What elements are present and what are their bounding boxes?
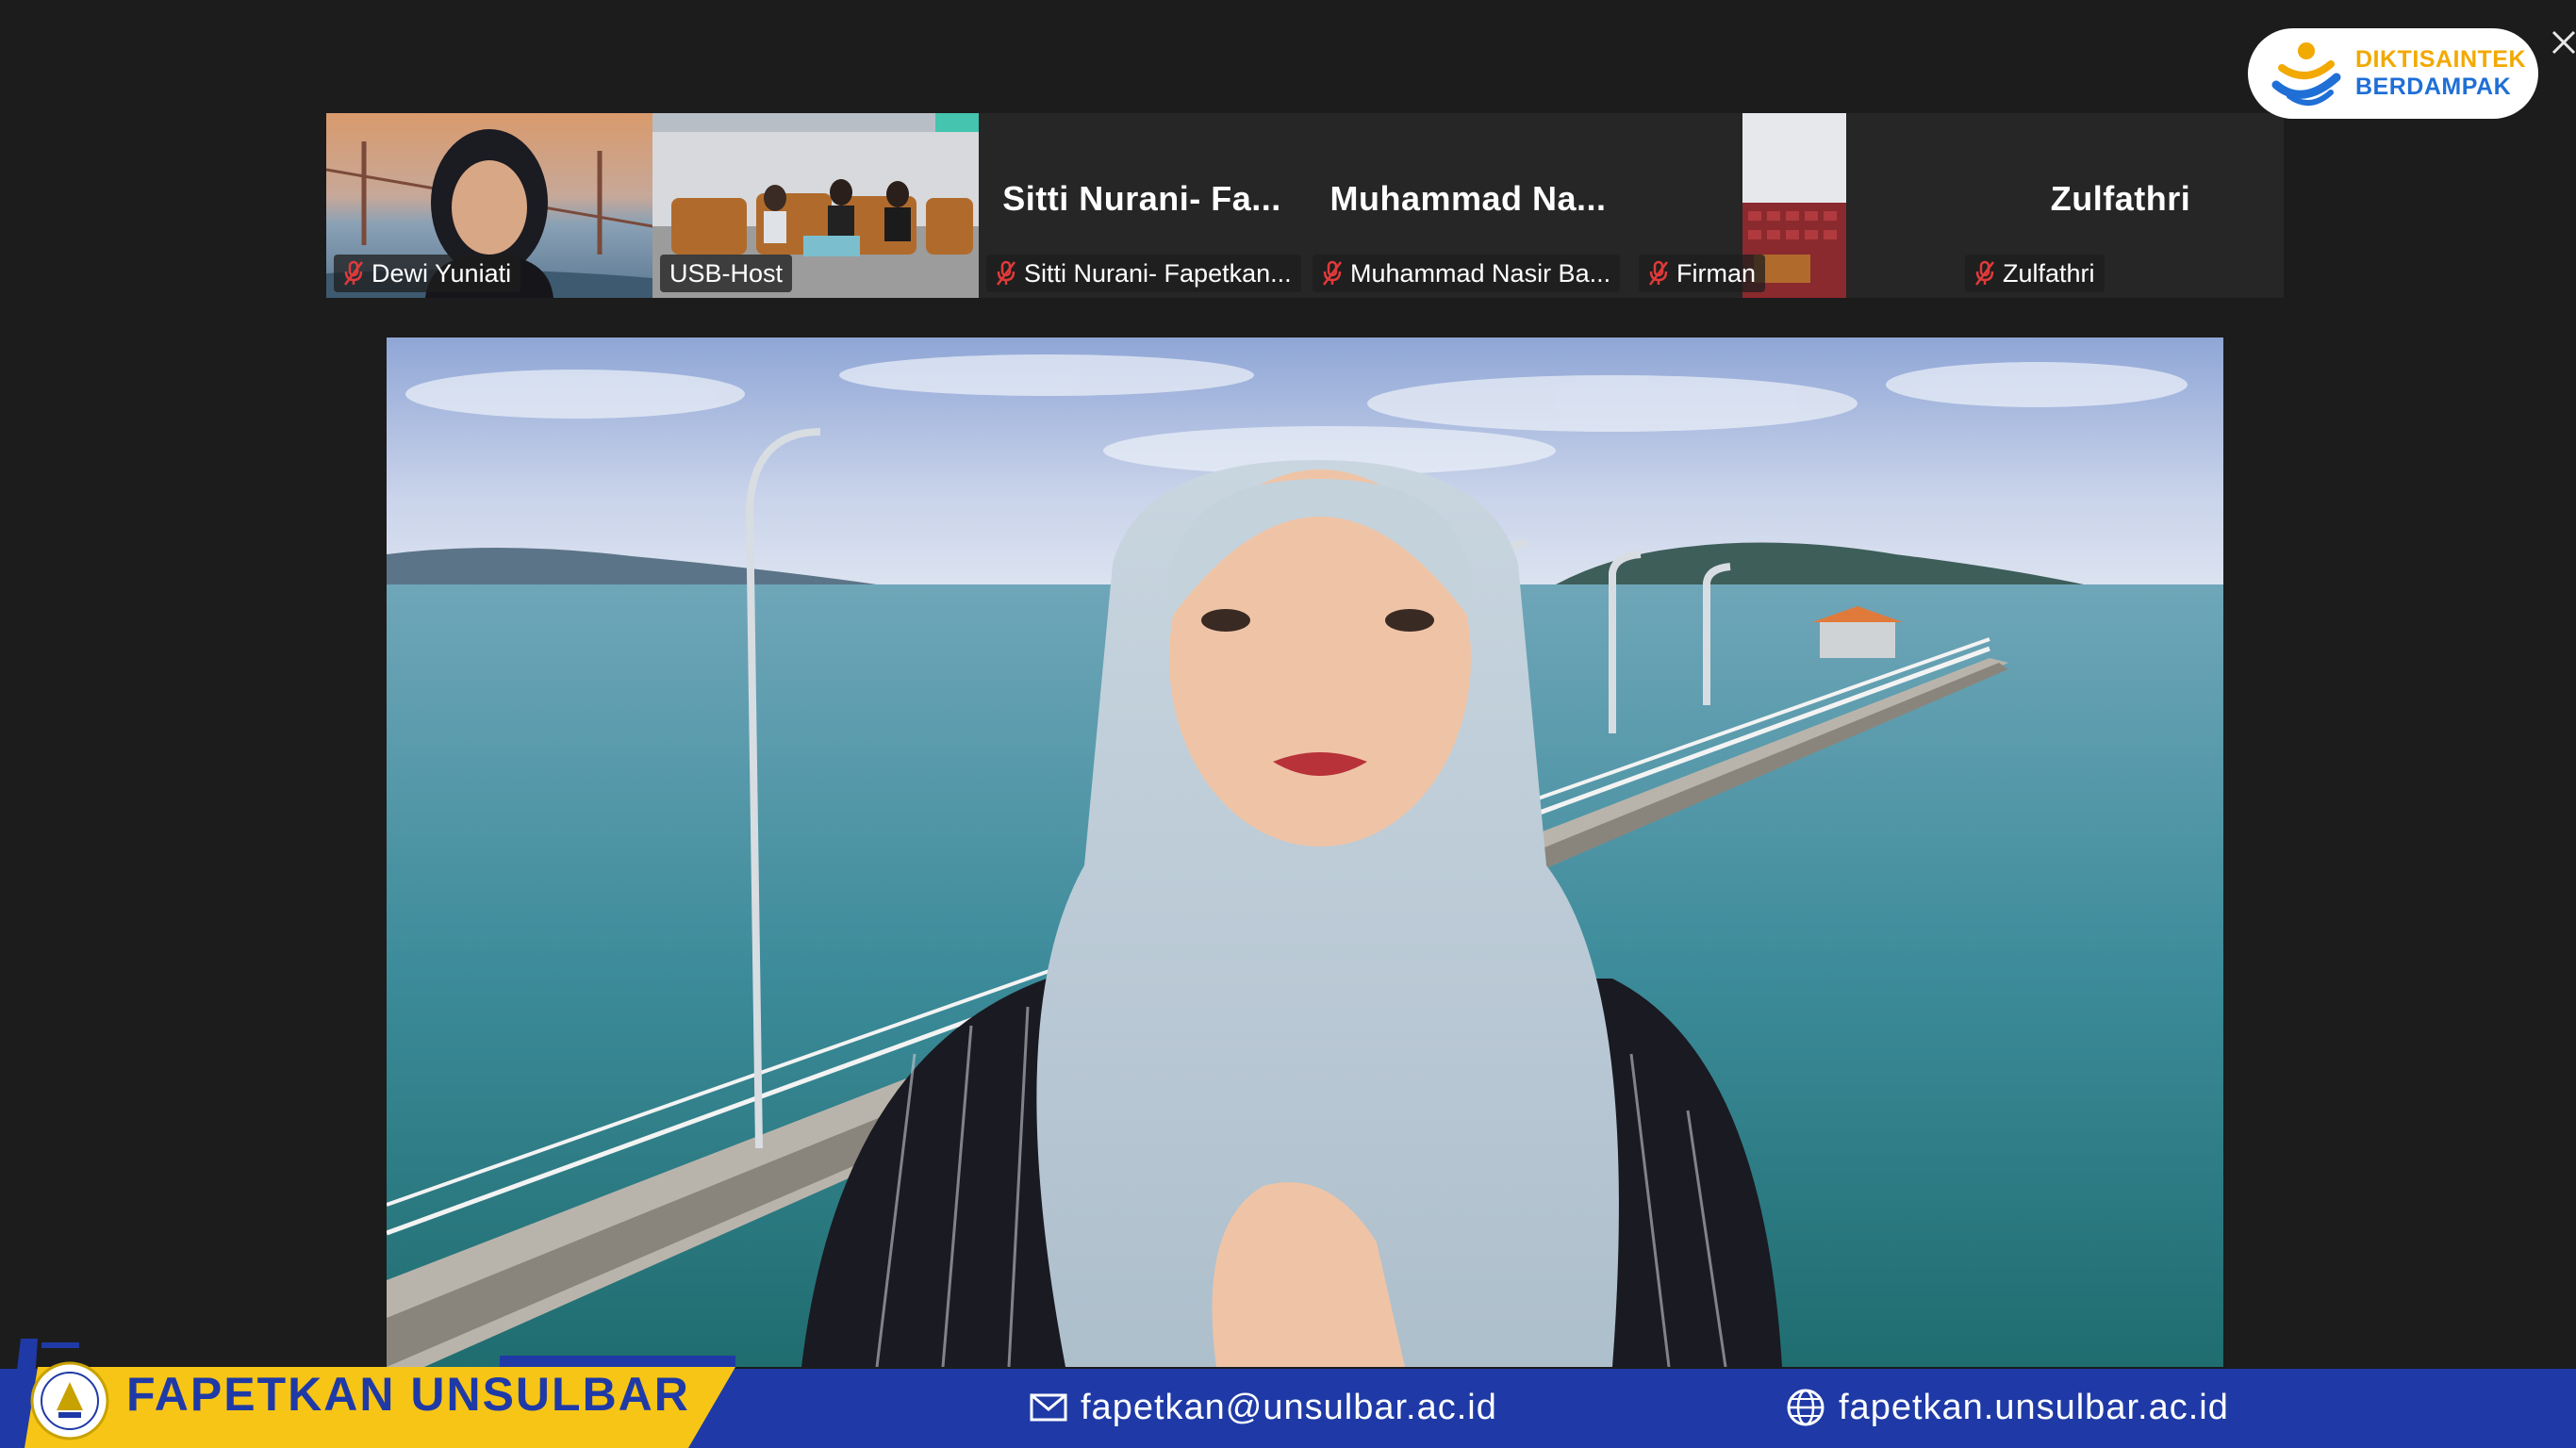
microphone-muted-icon xyxy=(1323,260,1342,286)
microphone-muted-icon xyxy=(344,260,363,286)
participant-display-name: Sitti Nurani- Fa... xyxy=(1002,179,1281,218)
globe-icon xyxy=(1787,1389,1825,1426)
brand-logo-line2: BERDAMPAK xyxy=(2355,74,2512,100)
participant-tile[interactable]: Zulfathri Zulfathri xyxy=(1957,113,2284,298)
participant-tile[interactable]: Dewi Yuniati xyxy=(326,113,652,298)
participant-tile[interactable]: Sitti Nurani- Fa... Sitti Nurani- Fapetk… xyxy=(979,113,1305,298)
participant-label: Zulfathri xyxy=(1965,255,2105,292)
brand-logo: DIKTISAINTEK BERDAMPAK xyxy=(2248,28,2538,119)
participant-tile[interactable]: Muhammad Na... Muhammad Nasir Ba... xyxy=(1305,113,1631,298)
participant-name: USB-Host xyxy=(669,259,784,288)
participant-name: Firman xyxy=(1676,259,1757,288)
brand-logo-icon xyxy=(2271,42,2341,106)
participant-name: Dewi Yuniati xyxy=(372,259,512,288)
university-emblem xyxy=(30,1361,109,1440)
participant-name: Sitti Nurani- Fapetkan... xyxy=(1024,259,1292,288)
microphone-muted-icon xyxy=(1975,260,1994,286)
main-speaker-video xyxy=(387,337,2223,1367)
participant-label: Firman xyxy=(1639,255,1766,292)
participant-tile[interactable]: USB-Host xyxy=(652,113,979,298)
footer-email-text: fapetkan@unsulbar.ac.id xyxy=(1081,1387,1497,1427)
participant-display-name: Muhammad Na... xyxy=(1329,179,1607,218)
mail-icon xyxy=(1030,1393,1067,1422)
footer-title: FAPETKAN UNSULBAR xyxy=(126,1368,690,1421)
participant-label: USB-Host xyxy=(660,255,793,292)
footer-email[interactable]: fapetkan@unsulbar.ac.id xyxy=(1030,1384,1497,1431)
brand-logo-line1: DIKTISAINTEK xyxy=(2355,46,2526,73)
speaker-video-frame xyxy=(387,337,2223,1367)
participant-tile[interactable]: Firman xyxy=(1631,113,1957,298)
participant-label: Sitti Nurani- Fapetkan... xyxy=(986,255,1301,292)
participant-display-name: Zulfathri xyxy=(2050,179,2191,218)
footer-website-text: fapetkan.unsulbar.ac.id xyxy=(1839,1387,2229,1427)
participant-name: Muhammad Nasir Ba... xyxy=(1350,259,1611,288)
footer-website[interactable]: fapetkan.unsulbar.ac.id xyxy=(1786,1384,2229,1431)
participant-label: Muhammad Nasir Ba... xyxy=(1313,255,1621,292)
microphone-muted-icon xyxy=(997,260,1016,286)
close-icon[interactable] xyxy=(2550,25,2576,58)
microphone-muted-icon xyxy=(1649,260,1668,286)
participant-name: Zulfathri xyxy=(2003,259,2095,288)
participant-label: Dewi Yuniati xyxy=(334,255,521,292)
